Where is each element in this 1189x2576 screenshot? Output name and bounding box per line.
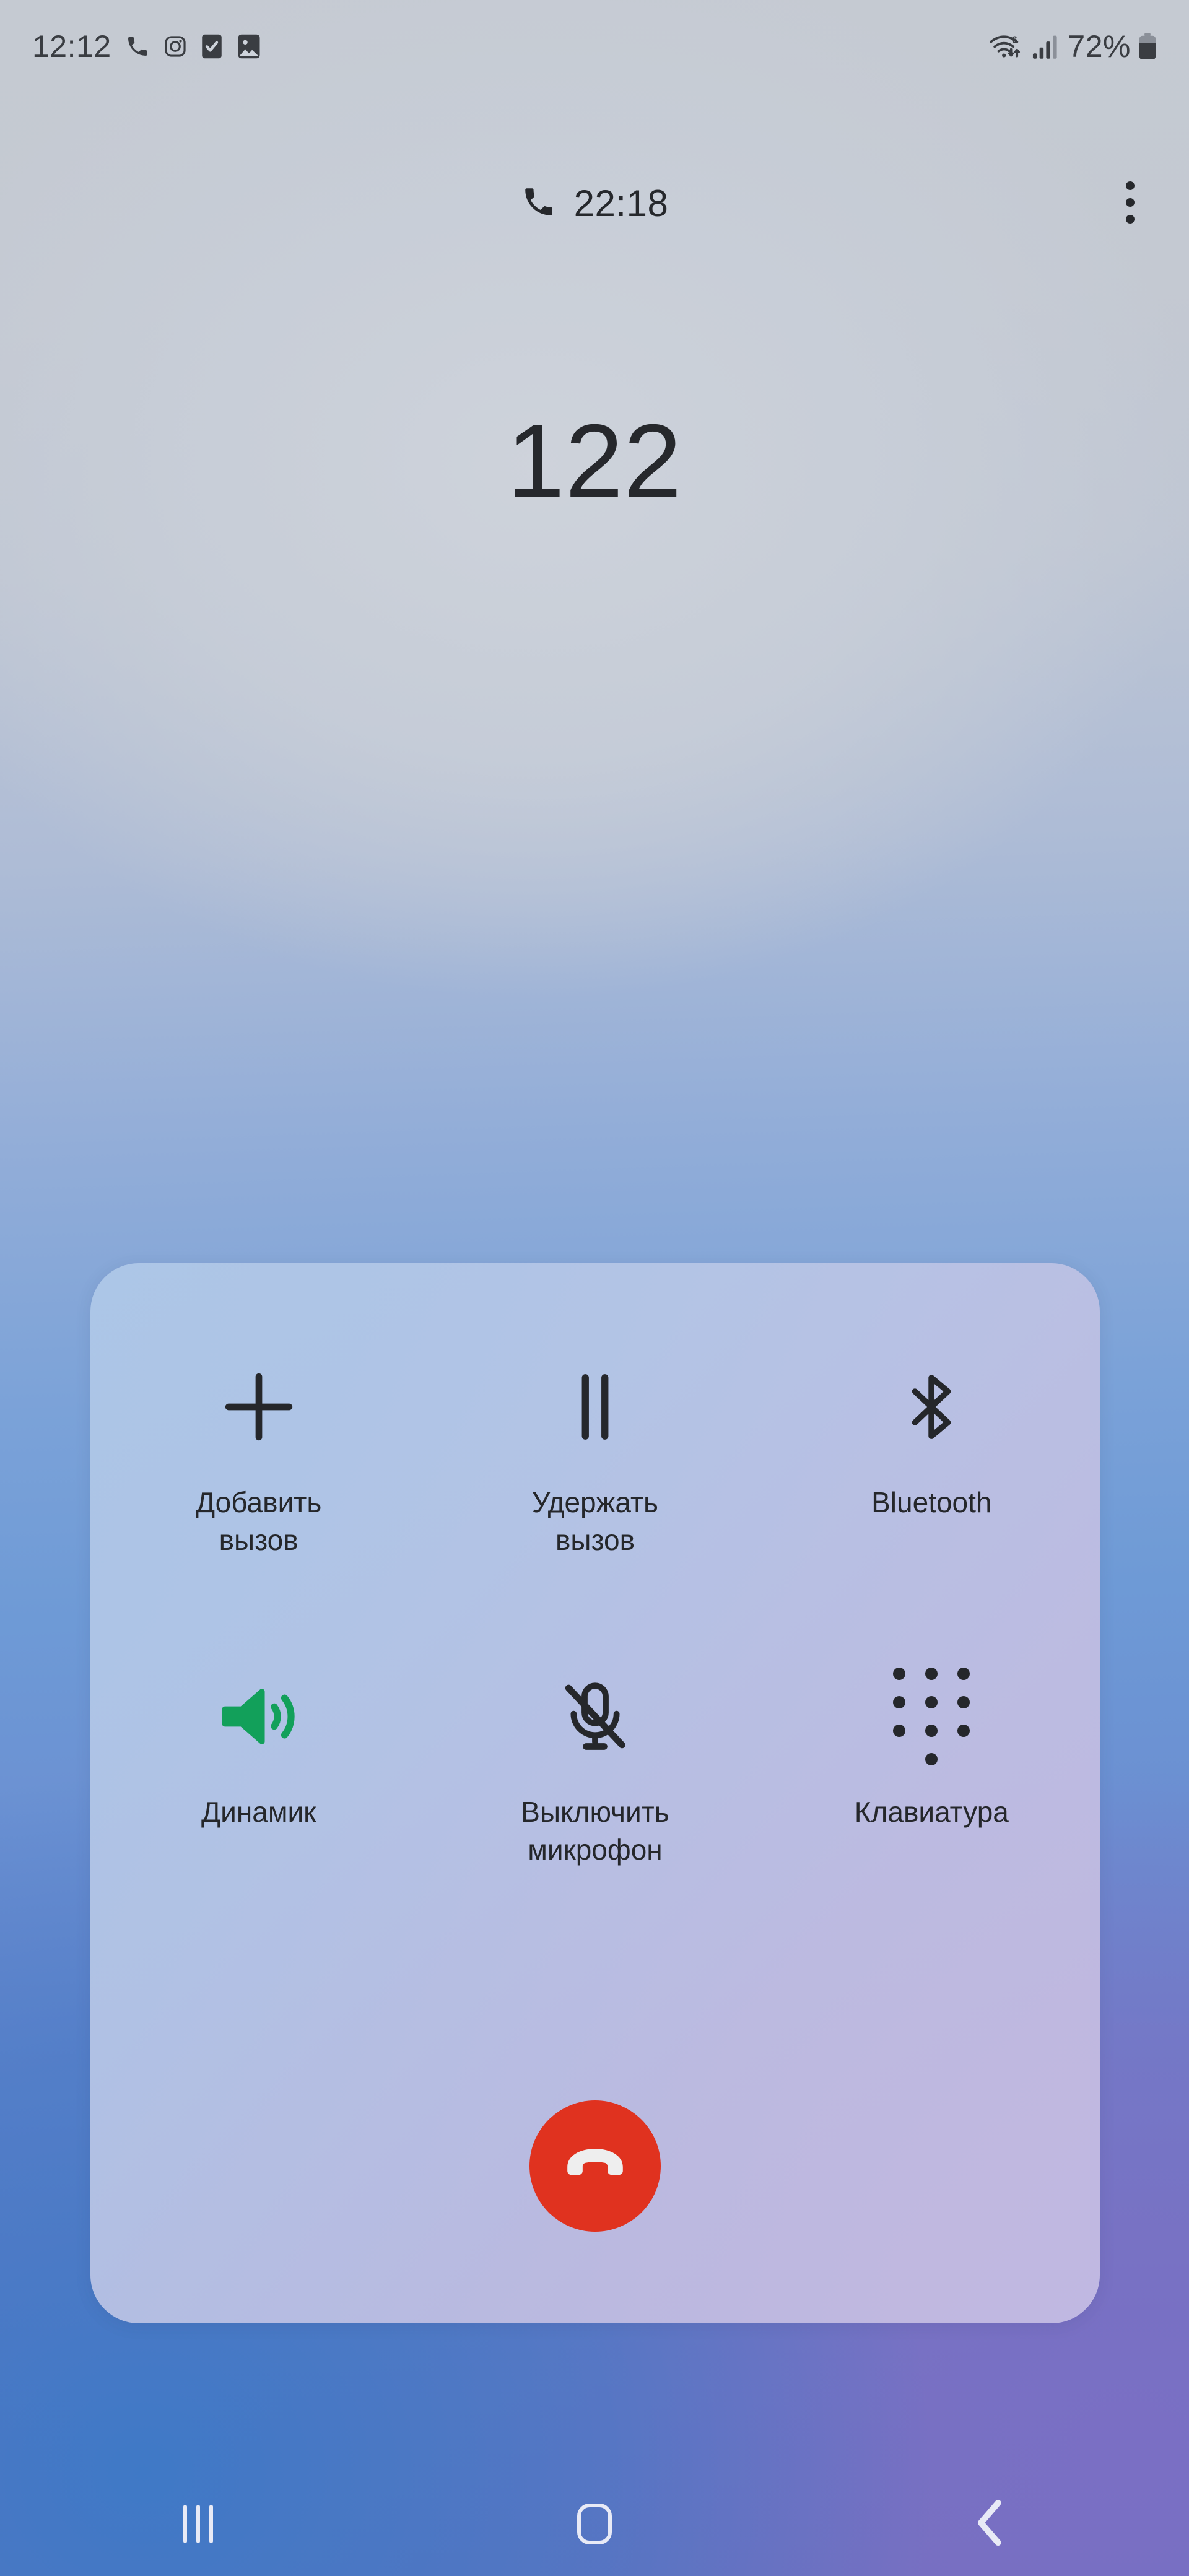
add-call-button[interactable]: Добавить вызов: [90, 1330, 427, 1640]
wifi-6-icon: 6: [988, 32, 1024, 61]
hold-call-pause-icon: [556, 1357, 634, 1456]
nav-home-button[interactable]: [396, 2472, 793, 2576]
battery-icon: [1138, 32, 1157, 61]
status-bar: 12:12 6 72%: [0, 0, 1189, 93]
speaker-label: Динамик: [201, 1796, 316, 1828]
svg-text:6: 6: [1012, 35, 1017, 46]
speaker-button[interactable]: Динамик: [90, 1640, 427, 1949]
end-call-handset-icon: [560, 2131, 630, 2202]
dialpad-icon: [893, 1667, 970, 1766]
add-call-label: Добавить вызов: [196, 1486, 322, 1556]
caller-number: 122: [507, 402, 682, 519]
mute-microphone-button[interactable]: Выключить микрофон: [427, 1640, 763, 1949]
end-call-container: [90, 2100, 1100, 2232]
checkbox-icon: [201, 33, 223, 59]
dialpad-dot: [957, 1725, 970, 1737]
back-chevron-icon: [970, 2499, 1011, 2549]
speaker-icon: [217, 1667, 301, 1766]
mute-microphone-label: Выключить микрофон: [521, 1796, 669, 1866]
hold-call-label: Удержать вызов: [531, 1486, 658, 1556]
call-controls-grid: Добавить вызов Удержать вызов Bluetooth …: [90, 1330, 1100, 1949]
keypad-button[interactable]: Клавиатура: [764, 1640, 1100, 1949]
navigation-bar: [0, 2472, 1189, 2576]
battery-percent-label: 72%: [1068, 29, 1131, 64]
home-icon: [577, 2504, 612, 2544]
bluetooth-button[interactable]: Bluetooth: [764, 1330, 1100, 1640]
overflow-menu-button[interactable]: [1096, 168, 1164, 237]
dialpad-dot: [893, 1725, 906, 1737]
phone-screen: 12:12 6 72% 22:18 122 Добавить вызов Уде…: [0, 0, 1189, 2576]
nav-back-button[interactable]: [793, 2472, 1189, 2576]
overflow-dot: [1126, 215, 1135, 224]
dialpad-dot: [925, 1725, 938, 1737]
cellular-signal-icon: [1032, 33, 1060, 60]
end-call-button[interactable]: [529, 2100, 661, 2232]
dialpad-dot: [925, 1753, 938, 1765]
gallery-image-icon: [237, 33, 261, 59]
instagram-icon: [163, 35, 187, 58]
dialpad-dot: [925, 1696, 938, 1708]
status-bar-left: 12:12: [32, 28, 261, 64]
status-bar-right: 6 72%: [988, 28, 1157, 64]
dialpad-dot: [893, 1696, 906, 1708]
dialpad-dot: [893, 1668, 906, 1680]
call-status-header: 22:18: [0, 166, 1189, 240]
keypad-label: Клавиатура: [854, 1796, 1009, 1828]
overflow-dot: [1126, 181, 1135, 190]
overflow-dot: [1126, 198, 1135, 207]
phone-handset-icon: [521, 184, 557, 223]
call-controls-panel: Добавить вызов Удержать вызов Bluetooth …: [90, 1263, 1100, 2323]
hold-call-button[interactable]: Удержать вызов: [427, 1330, 763, 1640]
add-call-icon: [220, 1357, 298, 1456]
call-duration: 22:18: [573, 182, 669, 224]
phone-call-icon: [125, 34, 150, 59]
dialpad-dot: [957, 1668, 970, 1680]
recents-icon: [183, 2505, 213, 2543]
microphone-off-icon: [556, 1667, 634, 1766]
bluetooth-label: Bluetooth: [871, 1486, 992, 1518]
dialpad-dot: [925, 1668, 938, 1680]
dialpad-dot: [957, 1696, 970, 1708]
bluetooth-icon: [895, 1357, 968, 1456]
nav-recents-button[interactable]: [0, 2472, 396, 2576]
status-bar-clock: 12:12: [32, 29, 111, 64]
